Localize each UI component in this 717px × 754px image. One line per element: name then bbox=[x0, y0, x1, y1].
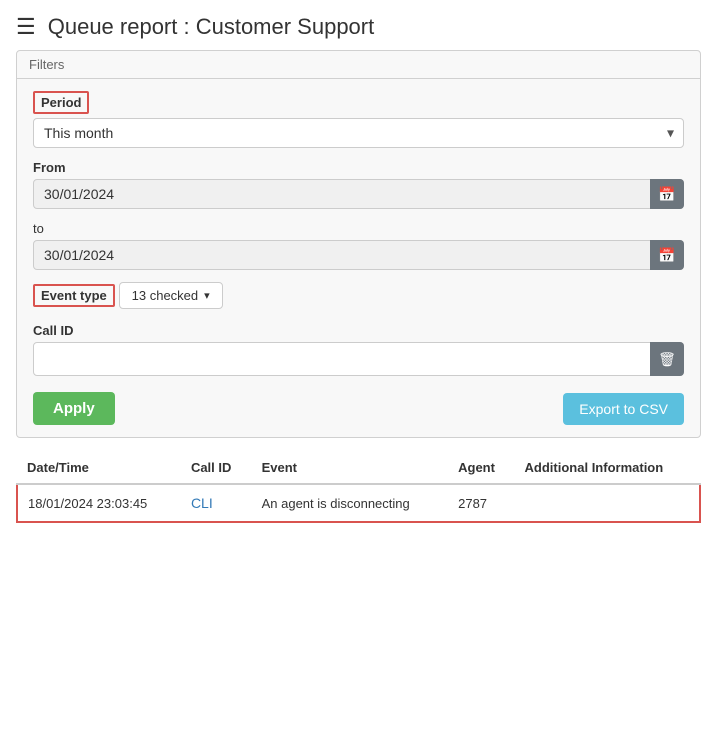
from-field-group: From 📅 bbox=[33, 160, 684, 209]
page-title: Queue report : Customer Support bbox=[48, 14, 375, 40]
call-id-clear-icon[interactable]: 🗑 bbox=[650, 342, 684, 376]
actions-row: Apply Export to CSV bbox=[33, 392, 684, 425]
col-datetime: Date/Time bbox=[17, 452, 181, 484]
period-select-wrapper: This month Last month This week Last wee… bbox=[33, 118, 684, 148]
cell-call-id: CLI bbox=[181, 484, 252, 522]
col-call-id: Call ID bbox=[181, 452, 252, 484]
from-date-input[interactable] bbox=[33, 179, 684, 209]
call-id-link[interactable]: CLI bbox=[191, 495, 213, 511]
cell-additional-info bbox=[515, 484, 700, 522]
cell-event: An agent is disconnecting bbox=[252, 484, 449, 522]
call-id-input-wrapper: 🗑 bbox=[33, 342, 684, 376]
filters-body: Period This month Last month This week L… bbox=[17, 79, 700, 437]
from-calendar-icon[interactable]: 📅 bbox=[650, 179, 684, 209]
apply-button[interactable]: Apply bbox=[33, 392, 115, 425]
from-date-wrapper: 📅 bbox=[33, 179, 684, 209]
period-label: Period bbox=[33, 91, 89, 114]
period-field-group: Period This month Last month This week L… bbox=[33, 91, 684, 148]
call-id-input[interactable] bbox=[33, 342, 684, 376]
table-body: 18/01/2024 23:03:45 CLI An agent is disc… bbox=[17, 484, 700, 522]
col-agent: Agent bbox=[448, 452, 514, 484]
filters-header: Filters bbox=[17, 51, 700, 79]
cell-agent: 2787 bbox=[448, 484, 514, 522]
cell-datetime: 18/01/2024 23:03:45 bbox=[17, 484, 181, 522]
event-type-dropdown[interactable]: 13 checked bbox=[119, 282, 223, 309]
table-header: Date/Time Call ID Event Agent Additional… bbox=[17, 452, 700, 484]
call-id-label: Call ID bbox=[33, 323, 684, 338]
to-field-group: to 📅 bbox=[33, 221, 684, 270]
filters-panel: Filters Period This month Last month Thi… bbox=[16, 50, 701, 438]
export-csv-button[interactable]: Export to CSV bbox=[563, 393, 684, 425]
col-event: Event bbox=[252, 452, 449, 484]
to-calendar-icon[interactable]: 📅 bbox=[650, 240, 684, 270]
results-table: Date/Time Call ID Event Agent Additional… bbox=[16, 452, 701, 523]
to-label: to bbox=[33, 221, 684, 236]
period-select[interactable]: This month Last month This week Last wee… bbox=[33, 118, 684, 148]
call-id-field-group: Call ID 🗑 bbox=[33, 323, 684, 376]
event-type-label: Event type bbox=[33, 284, 115, 307]
to-date-input[interactable] bbox=[33, 240, 684, 270]
event-type-field-group: Event type 13 checked bbox=[33, 282, 684, 311]
table-row: 18/01/2024 23:03:45 CLI An agent is disc… bbox=[17, 484, 700, 522]
col-additional-info: Additional Information bbox=[515, 452, 700, 484]
table-header-row: Date/Time Call ID Event Agent Additional… bbox=[17, 452, 700, 484]
page-header: ☰ Queue report : Customer Support bbox=[0, 0, 717, 50]
from-label: From bbox=[33, 160, 684, 175]
queue-report-icon: ☰ bbox=[16, 14, 36, 40]
to-date-wrapper: 📅 bbox=[33, 240, 684, 270]
